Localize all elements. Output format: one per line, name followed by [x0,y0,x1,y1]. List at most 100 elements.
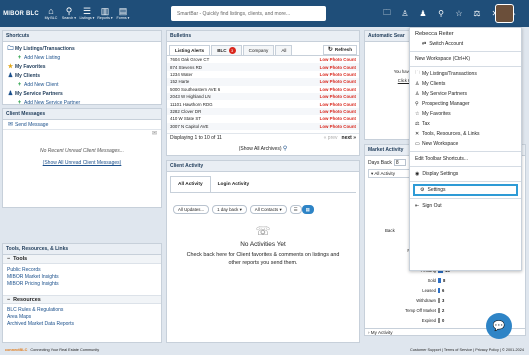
market-bar [438,317,440,323]
bulletin-row[interactable]: 3282 Clover DR Low Photo Count [167,107,359,116]
client-activity-panel: Client Activity All Activity Login Activ… [166,160,360,343]
menu-item[interactable]: ▭ New Workspace [410,139,521,149]
resource-link[interactable]: Area Maps [7,314,157,321]
automatic-line2[interactable]: Click H [365,78,413,83]
switch-account-item[interactable]: ⇄ Switch Account [410,39,521,49]
market-bar-row[interactable]: Leased 6 [367,286,444,294]
refresh-button[interactable]: ↻ Refresh [322,44,357,55]
menu-item-label: Tax [422,121,430,127]
footer-links[interactable]: Customer Support | Terms of Service | Pr… [410,348,524,352]
resource-link[interactable]: Public Records [7,267,157,274]
market-bar-row[interactable]: Expired 0 [367,316,444,324]
menu-item[interactable]: ♙ My Service Partners [410,89,521,99]
tools-panel: Tools, Resources, & Links − Tools Public… [2,243,162,343]
resource-link[interactable]: Archived Market Data Reports [7,321,157,328]
shortcut-item[interactable]: + Add New Client [6,80,158,89]
tab-listing-alerts[interactable]: Listing Alerts [169,44,211,55]
tools-section-header[interactable]: − Tools [3,255,161,264]
smartbar-search-input[interactable]: SmartBar - Quickly find listings, client… [171,6,326,21]
prospecting-icon[interactable]: ⚲ [432,9,450,18]
shortcut-item[interactable]: ♟ My Service Partners [6,89,158,98]
nav-button-forms[interactable]: ▤ Forms ▾ [114,0,132,27]
bulletin-row[interactable]: 11101 Hawthorn RDG Low Photo Count [167,100,359,107]
people-icon[interactable]: ♟ [414,9,432,18]
nav-button-listings[interactable]: ☰ Listings ▾ [78,0,96,27]
shortcut-item[interactable]: + Add New Service Partner [6,98,158,107]
shortcut-item[interactable]: + Add New Listing [6,53,158,62]
bulletin-row[interactable]: 7604 Oak Grove CT Low Photo Count [167,56,359,63]
activity-tabs: All Activity Login Activity [170,176,356,193]
tab-blc[interactable]: BLC 3 [211,44,242,55]
shortcut-item[interactable]: ★ My Favorites [6,62,158,71]
automatic-searches-panel: Automatic Sear You have Click H [364,30,414,140]
show-all-archives-link[interactable]: (Show All Archives) [239,146,282,152]
partners-icon: ♟ [7,91,14,97]
shortcut-item[interactable]: ♟ My Clients [6,71,158,80]
menu-item[interactable]: ✕ Tools, Resources, & Links [410,129,521,139]
automatic-searches-title: Automatic Sear [365,31,413,42]
plus-icon: + [17,54,22,61]
next-link[interactable]: next » [342,135,356,141]
market-bar-row[interactable]: Withdrawn 3 [367,296,444,304]
person-icon[interactable]: ♙ [396,9,414,18]
show-all-messages-link[interactable]: (Show All Unread Client Messages) [3,160,161,166]
settings-item[interactable]: ⚙ Settings [413,184,518,196]
bulletin-row[interactable]: 874 Stevens RD Low Photo Count [167,63,359,71]
folder-icon: 🗀 [415,70,421,76]
tab-company[interactable]: Company [242,44,275,55]
bulletin-row[interactable]: 410 W State ST Low Photo Count [167,115,359,122]
sign-out-item[interactable]: ⇤ Sign Out [410,201,521,211]
grid-view-toggle[interactable]: ▦ [301,205,314,214]
chat-button[interactable]: 💬 [486,313,512,339]
resources-links: BLC Rules & Regulations Area Maps Archived… [3,304,161,331]
menu-item[interactable]: ☆ My Favorites [410,109,521,119]
prev-link[interactable]: « prev [324,135,338,141]
contacts-filter[interactable]: All Contacts ▾ [249,205,287,214]
bulletin-status: Low Photo Count [319,86,356,92]
shortcuts-panel: Shortcuts 🗀 My Listings/Transactions + Add … [2,30,162,107]
activity-filters: All Updates... 1 day back ▾ All Contacts… [173,205,359,214]
days-back-filter[interactable]: 1 day back ▾ [212,205,247,214]
send-message-row[interactable]: ✉ Send Message [3,120,161,130]
list-view-toggle[interactable]: ☰ [289,205,302,214]
show-all-archives[interactable]: (Show All Archives) ⚲ [167,145,359,152]
star-icon[interactable]: ☆ [450,9,468,18]
edit-toolbar-item[interactable]: Edit Toolbar Shortcuts... [410,154,521,164]
user-avatar[interactable] [495,4,514,23]
new-workspace-shortcut-item[interactable]: New Workspace (Ctrl+K) [410,54,521,64]
bulletin-row[interactable]: 5000 Southeastern AVE 6 Low Photo Count [167,86,359,93]
bulletin-row[interactable]: 2043 W Highland LN Low Photo Count [167,92,359,101]
tab-login-activity[interactable]: Login Activity [211,176,257,192]
nav-button-label: Forms ▾ [116,16,130,20]
market-bar-row[interactable]: Sold 8 [367,276,445,284]
bulletin-row[interactable]: 1234 Water Low Photo Count [167,71,359,78]
send-message-link[interactable]: Send Message [15,122,48,128]
updates-filter[interactable]: All Updates... [173,205,210,214]
mibor-logo[interactable]: MIBOR BLC [0,0,42,27]
shortcut-item[interactable]: 🗀 My Listings/Transactions [6,44,158,53]
tax-icon[interactable]: ⚖ [468,9,486,18]
bulletin-row[interactable]: 152 Harte Low Photo Count [167,78,359,86]
bulletin-row[interactable]: 3007 N Capitol AVE Low Photo Count [167,122,359,130]
market-bar-row[interactable]: Temp Off Market 2 [367,306,444,314]
no-activities-text: Check back here for Client favorites & c… [186,252,340,266]
resource-link[interactable]: MIBOR Market Insights [7,274,157,281]
nav-button-search[interactable]: ⚲ Search ▾ [60,0,78,27]
blc-count-badge: 3 [228,46,236,54]
nav-button-home[interactable]: ⌂ My BLC [42,0,60,27]
tab-all-activity[interactable]: All Activity [170,176,211,192]
days-back-input[interactable]: 8 [393,159,406,166]
resource-link[interactable]: MIBOR Pricing Insights [7,281,157,288]
folder-icon[interactable]: 🗀 [378,7,396,21]
resource-link[interactable]: BLC Rules & Regulations [7,307,157,314]
tab-all[interactable]: All [275,44,293,55]
display-settings-item[interactable]: ◉ Display Settings [410,169,521,179]
nav-button-reports[interactable]: ▥ Reports ▾ [96,0,114,27]
menu-item[interactable]: ⚲ Prospecting Manager [410,99,521,109]
resources-section-header[interactable]: − Resources [3,295,161,304]
menu-item[interactable]: ♙ My Clients [410,79,521,89]
menu-item[interactable]: 🗀 My Listings/Transactions [410,69,521,79]
compose-icon[interactable]: ✉ [3,130,161,140]
menu-item[interactable]: ⚖ Tax [410,119,521,129]
market-bar-label: Expired [421,317,436,323]
